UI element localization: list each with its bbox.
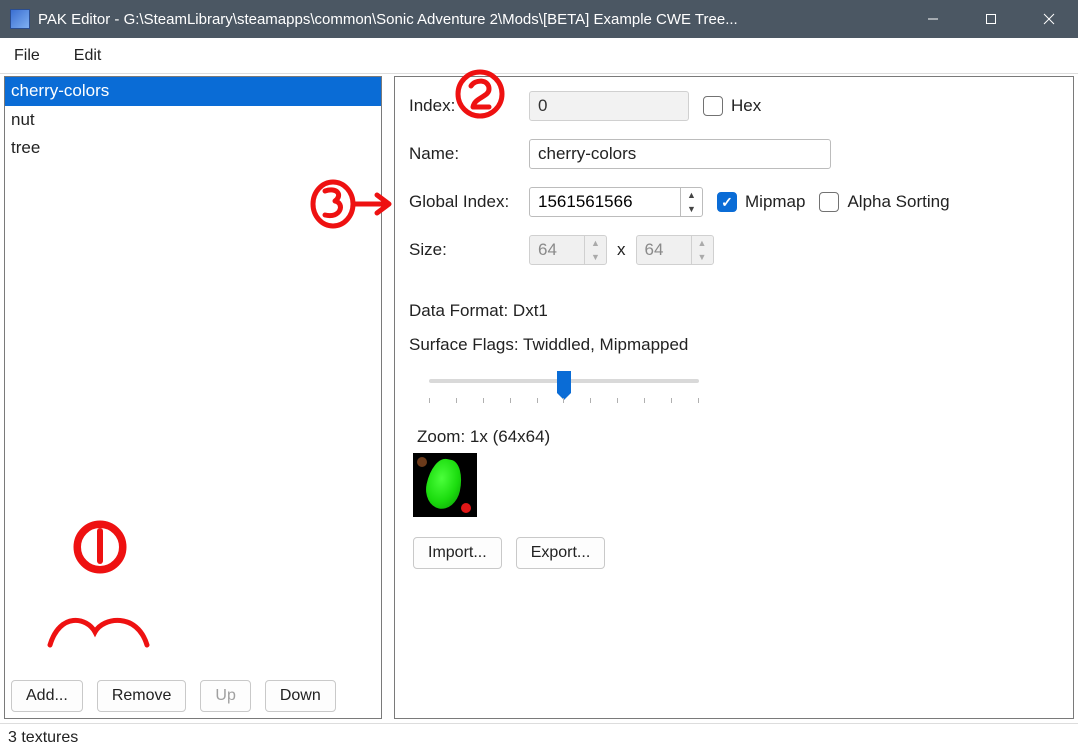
properties-panel: Index: Hex Name: Global Index: ▲ ▼: [394, 76, 1074, 719]
mipmap-label: Mipmap: [745, 192, 805, 212]
checkbox-icon: [819, 192, 839, 212]
index-field[interactable]: [529, 91, 689, 121]
list-buttons: Add... Remove Up Down: [5, 674, 381, 718]
status-text: 3 textures: [8, 729, 78, 747]
size-height-input: [637, 236, 691, 264]
index-label: Index:: [409, 96, 529, 116]
add-button[interactable]: Add...: [11, 680, 83, 712]
titlebar: PAK Editor - G:\SteamLibrary\steamapps\c…: [0, 0, 1078, 38]
list-item[interactable]: nut: [5, 106, 381, 135]
size-label: Size:: [409, 240, 529, 260]
size-width-spinner: ▲ ▼: [529, 235, 607, 265]
hex-label: Hex: [731, 96, 761, 116]
minimize-button[interactable]: [904, 0, 962, 38]
spin-down-icon: ▼: [585, 250, 606, 264]
close-icon: [1043, 13, 1055, 25]
spin-up-icon[interactable]: ▲: [681, 188, 702, 202]
spin-up-icon: ▲: [692, 236, 713, 250]
mipmap-checkbox[interactable]: ✓ Mipmap: [717, 192, 805, 212]
alpha-sorting-checkbox[interactable]: Alpha Sorting: [819, 192, 949, 212]
import-button[interactable]: Import...: [413, 537, 502, 569]
maximize-button[interactable]: [962, 0, 1020, 38]
alpha-label: Alpha Sorting: [847, 192, 949, 212]
surface-flags-text: Surface Flags: Twiddled, Mipmapped: [409, 335, 1059, 355]
texture-listbox[interactable]: cherry-colors nut tree: [5, 77, 381, 674]
texture-preview: [413, 453, 477, 517]
spin-down-icon: ▼: [692, 250, 713, 264]
menu-edit[interactable]: Edit: [74, 47, 102, 65]
size-height-spinner: ▲ ▼: [636, 235, 714, 265]
spin-up-icon: ▲: [585, 236, 606, 250]
menu-file[interactable]: File: [14, 47, 40, 65]
spin-down-icon[interactable]: ▼: [681, 202, 702, 216]
close-button[interactable]: [1020, 0, 1078, 38]
remove-button[interactable]: Remove: [97, 680, 187, 712]
size-separator: x: [617, 240, 626, 260]
name-field[interactable]: [529, 139, 831, 169]
statusbar: 3 textures: [0, 723, 1078, 751]
up-button[interactable]: Up: [200, 680, 250, 712]
checkbox-icon: ✓: [717, 192, 737, 212]
size-width-input: [530, 236, 584, 264]
down-button[interactable]: Down: [265, 680, 336, 712]
list-item[interactable]: cherry-colors: [5, 77, 381, 106]
global-index-label: Global Index:: [409, 192, 529, 212]
minimize-icon: [927, 13, 939, 25]
export-button[interactable]: Export...: [516, 537, 606, 569]
menubar: File Edit: [0, 38, 1078, 74]
list-item[interactable]: tree: [5, 134, 381, 163]
hex-checkbox[interactable]: Hex: [703, 96, 761, 116]
global-index-input[interactable]: [530, 188, 680, 216]
name-label: Name:: [409, 144, 529, 164]
maximize-icon: [985, 13, 997, 25]
window-title: PAK Editor - G:\SteamLibrary\steamapps\c…: [38, 11, 738, 28]
zoom-slider[interactable]: [429, 369, 699, 399]
global-index-spinner[interactable]: ▲ ▼: [529, 187, 703, 217]
zoom-text: Zoom: 1x (64x64): [417, 427, 1059, 447]
texture-list-panel: cherry-colors nut tree Add... Remove Up …: [4, 76, 382, 719]
slider-thumb-icon[interactable]: [557, 371, 571, 393]
checkbox-icon: [703, 96, 723, 116]
app-icon: [10, 9, 30, 29]
data-format-text: Data Format: Dxt1: [409, 301, 1059, 321]
